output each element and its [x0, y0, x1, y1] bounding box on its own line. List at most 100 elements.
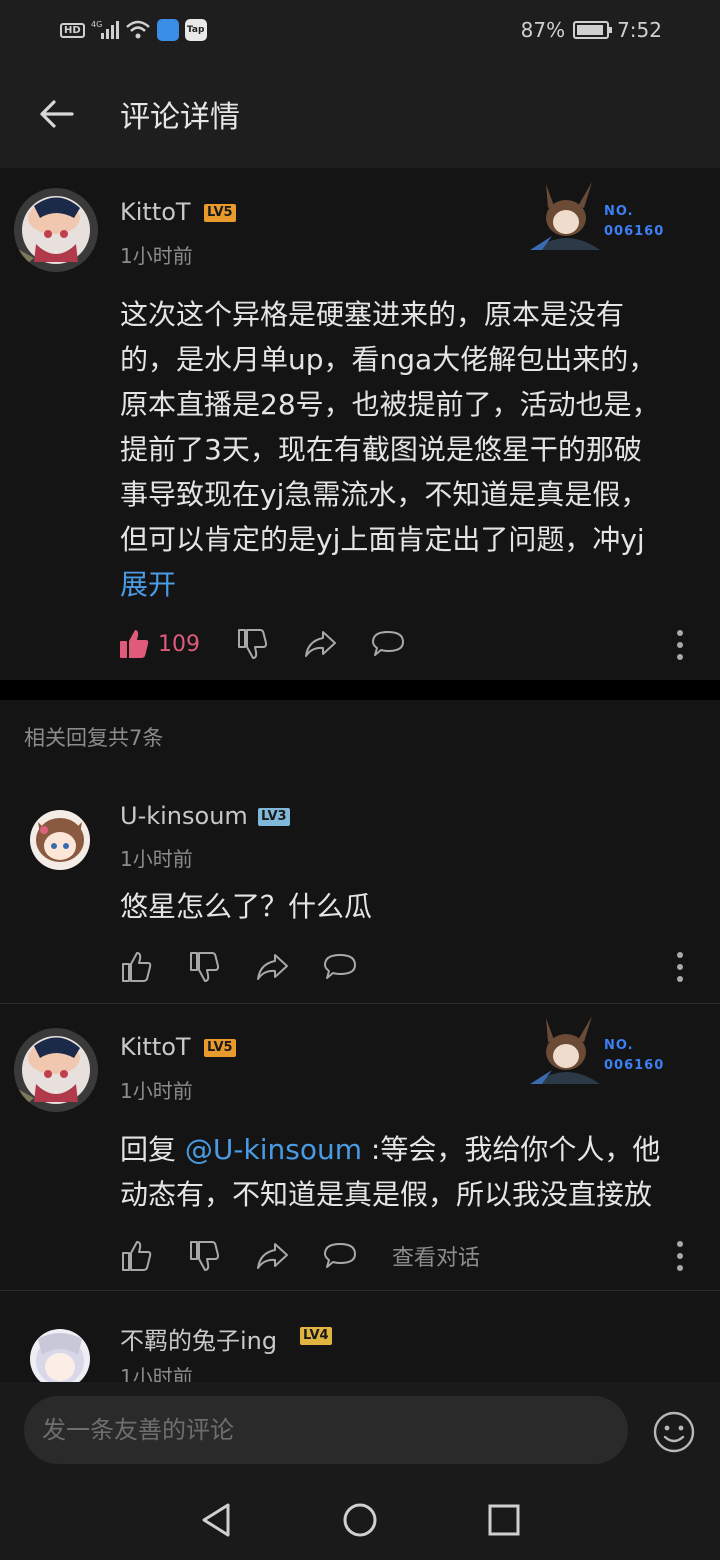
comment-bubble-icon — [324, 1243, 356, 1268]
reply-text: 回复 @U-kinsoum :等会，我给你个人，他 动态有，不知道是真是假，所以… — [120, 1127, 660, 1217]
expand-link[interactable]: 展开 — [120, 562, 660, 607]
wifi-icon — [125, 20, 150, 39]
more-dot-icon — [677, 976, 683, 982]
more-dot-icon — [677, 630, 683, 636]
thumbs-up-filled-icon — [120, 630, 149, 658]
emoji-button[interactable] — [652, 1410, 696, 1454]
more-dot-icon — [677, 964, 683, 970]
level-badge: LV5 — [204, 1039, 236, 1057]
app-notification-icon — [156, 19, 179, 41]
timestamp: 1小时前 — [120, 244, 193, 268]
replies-count: 相关回复共7条 — [24, 726, 164, 750]
comment-bubble-icon — [372, 631, 404, 656]
dislike-button[interactable] — [228, 624, 276, 664]
back-button[interactable] — [26, 84, 86, 144]
clock: 7:52 — [617, 18, 662, 42]
nav-recents-icon[interactable] — [486, 1502, 522, 1538]
like-button[interactable] — [116, 1236, 156, 1276]
comment-bubble-icon — [324, 954, 356, 979]
battery-percent: 87% — [520, 18, 566, 42]
arrow-left-icon — [40, 100, 74, 128]
system-nav-bar — [0, 1480, 720, 1560]
more-options-button[interactable] — [676, 1241, 684, 1271]
username[interactable]: 不羁的兔子ing — [120, 1321, 277, 1356]
svg-text:4G: 4G — [91, 20, 102, 29]
more-dot-icon — [677, 642, 683, 648]
reply-button[interactable] — [364, 624, 412, 664]
timestamp: 1小时前 — [120, 847, 193, 871]
share-icon — [257, 954, 288, 980]
reply-line: 回复 @U-kinsoum :等会，我给你个人，他 — [120, 1127, 660, 1172]
comment-line: 原本直播是28号，也被提前了，活动也是， — [120, 388, 660, 421]
avatar-image — [14, 1028, 98, 1112]
dislike-button[interactable] — [180, 947, 228, 987]
reply-text: 悠星怎么了？什么瓜 — [120, 890, 373, 923]
avatar[interactable] — [30, 1329, 90, 1382]
comment-line: 但可以肯定的是yj上面肯定出了问题，冲yj — [120, 523, 645, 556]
mention-link[interactable]: @U-kinsoum — [185, 1133, 362, 1166]
more-options-button[interactable] — [676, 952, 684, 982]
share-button[interactable] — [248, 1236, 296, 1276]
share-button[interactable] — [248, 947, 296, 987]
reply-line: 动态有，不知道是真是假，所以我没直接放 — [120, 1178, 653, 1211]
username[interactable]: KittoT — [120, 1033, 191, 1061]
page-title: 评论详情 — [120, 100, 240, 135]
status-right: 87% 7:52 — [521, 18, 662, 42]
view-conversation-link[interactable]: 查看对话 — [392, 1240, 480, 1272]
action-row: 109 — [116, 624, 412, 664]
more-dot-icon — [677, 1253, 683, 1259]
status-left: HD 4G Tap — [60, 19, 207, 41]
comment-text: 这次这个异格是硬塞进来的，原本是没有 的，是水月单up，看nga大佬解包出来的，… — [120, 292, 660, 607]
badge-no-label: NO. — [604, 204, 634, 219]
battery-icon — [573, 21, 613, 39]
avatar[interactable] — [30, 810, 90, 870]
badge-no-label: NO. — [604, 1038, 634, 1053]
share-icon — [305, 631, 336, 657]
username[interactable]: U-kinsoum — [120, 802, 248, 830]
thumbs-up-icon — [122, 952, 152, 982]
comment-line: 的，是水月单up，看nga大佬解包出来的， — [120, 343, 657, 376]
thumbs-down-icon — [190, 952, 220, 982]
dislike-button[interactable] — [180, 1236, 228, 1276]
row-divider — [0, 1003, 720, 1004]
reply-button[interactable] — [316, 1236, 364, 1276]
thumbs-down-icon — [190, 1241, 220, 1271]
avatar[interactable] — [14, 188, 98, 272]
badge-number: 006160 — [604, 224, 665, 239]
avatar-image — [30, 1329, 90, 1382]
reply-prefix: 回复 — [120, 1133, 185, 1166]
comment-input[interactable]: 发一条友善的评论 — [24, 1396, 628, 1464]
level-badge: LV3 — [258, 808, 290, 826]
like-count: 109 — [158, 631, 200, 657]
taptap-icon: Tap — [184, 19, 207, 41]
status-bar: HD 4G Tap 87% 7:52 — [0, 0, 720, 60]
action-row — [116, 947, 364, 987]
level-badge: LV4 — [300, 1327, 332, 1345]
more-dot-icon — [677, 1265, 683, 1271]
app-header: 评论详情 — [0, 60, 720, 168]
more-dot-icon — [677, 1241, 683, 1247]
more-options-button[interactable] — [676, 630, 684, 660]
like-button[interactable] — [116, 947, 156, 987]
character-badge-image — [530, 182, 600, 250]
timestamp: 1小时前 — [120, 1365, 193, 1382]
share-button[interactable] — [296, 624, 344, 664]
share-icon — [257, 1243, 288, 1269]
avatar-image — [14, 188, 98, 272]
timestamp: 1小时前 — [120, 1079, 193, 1103]
comment-line: 这次这个异格是硬塞进来的，原本是没有 — [120, 298, 625, 331]
avatar-image — [30, 810, 90, 870]
comment-input-bar: 发一条友善的评论 — [0, 1382, 720, 1480]
smiley-icon — [653, 1411, 695, 1453]
thumbs-up-icon — [122, 1241, 152, 1271]
reply-text-part: :等会，我给你个人，他 — [361, 1133, 661, 1166]
signal-icon: 4G — [91, 20, 119, 39]
like-button[interactable] — [116, 624, 152, 664]
username[interactable]: KittoT — [120, 198, 191, 226]
badge-number: 006160 — [604, 1058, 665, 1073]
nav-back-icon[interactable] — [198, 1502, 234, 1538]
reply-button[interactable] — [316, 947, 364, 987]
nav-home-icon[interactable] — [342, 1502, 378, 1538]
character-badge: NO. 006160 — [528, 1014, 678, 1094]
avatar[interactable] — [14, 1028, 98, 1112]
